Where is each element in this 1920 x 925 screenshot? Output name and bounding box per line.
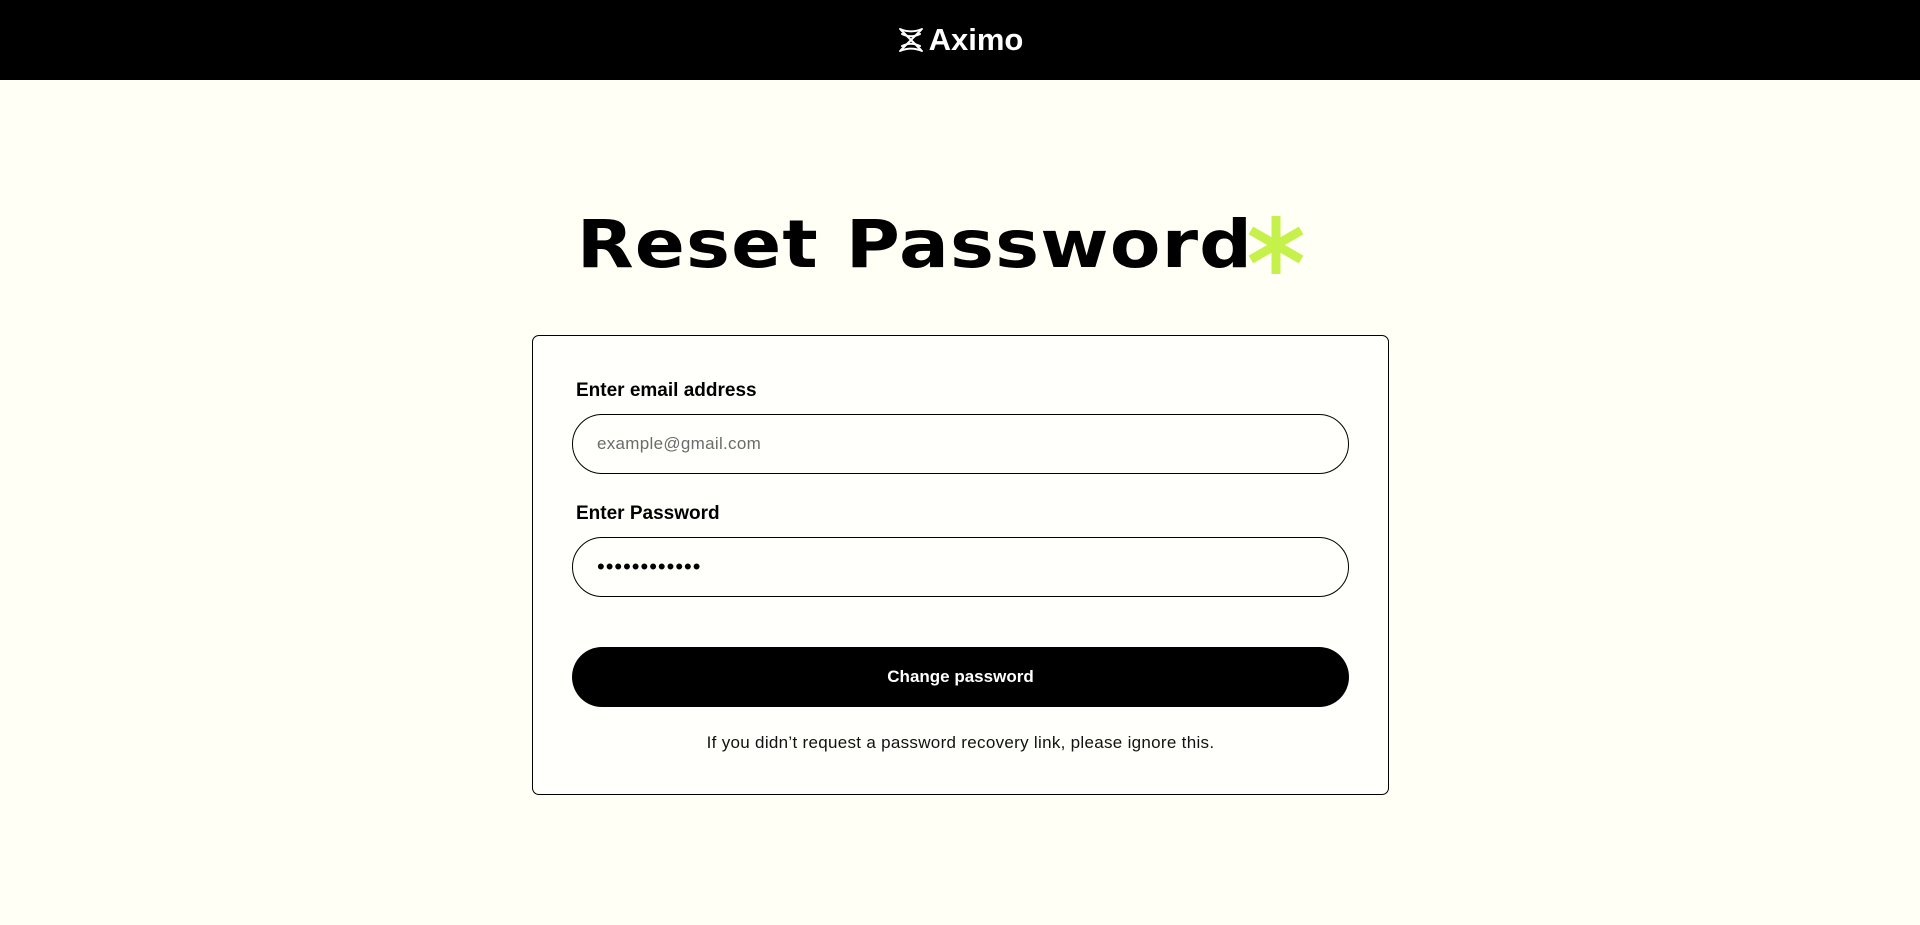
page-title: Reset Password [576, 206, 1254, 283]
change-password-button[interactable]: Change password [572, 647, 1349, 707]
title-row: Reset Password [0, 206, 1920, 283]
password-label: Enter Password [576, 503, 720, 524]
password-field[interactable] [572, 537, 1349, 597]
reset-password-card: Enter email address Enter Password Chang… [532, 335, 1389, 795]
email-label: Enter email address [576, 380, 757, 401]
email-field[interactable] [572, 414, 1349, 474]
brand-name: Aximo [928, 22, 1024, 57]
recovery-note: If you didn’t request a password recover… [706, 733, 1215, 752]
aximo-logo-icon [898, 28, 923, 52]
top-bar: Aximo [0, 0, 1920, 80]
asterisk-icon [1248, 215, 1304, 274]
brand-logo[interactable]: Aximo [897, 22, 1024, 58]
